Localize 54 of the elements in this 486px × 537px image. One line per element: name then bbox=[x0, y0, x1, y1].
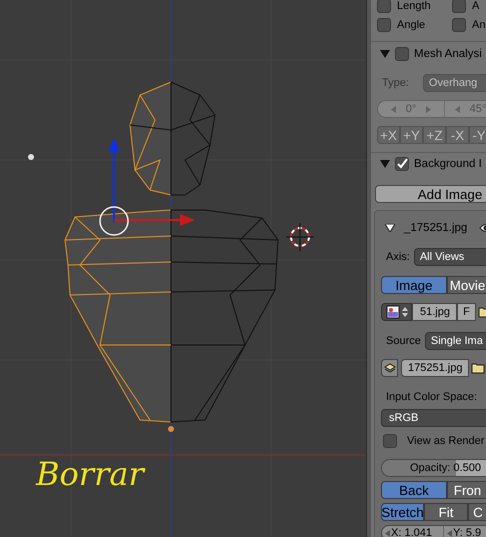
cursor-icon bbox=[286, 222, 314, 252]
field-value: Y: 5.9 bbox=[453, 527, 482, 537]
expanded-triangle-icon[interactable] bbox=[385, 224, 395, 232]
checkbox[interactable] bbox=[377, 0, 391, 13]
axis-dropdown[interactable]: All Views bbox=[414, 248, 486, 266]
tab[interactable]: Fron bbox=[447, 481, 486, 499]
image-selector[interactable] bbox=[381, 303, 412, 321]
field-label: Type: bbox=[381, 77, 409, 89]
option-label: View as Render bbox=[407, 435, 484, 447]
spinner-icon[interactable] bbox=[402, 306, 408, 318]
image-icon bbox=[386, 305, 400, 319]
slider-value: 0° bbox=[406, 103, 416, 115]
point-marker bbox=[168, 426, 174, 432]
offset-field[interactable]: X: 1.041 Y: 5.9 bbox=[381, 525, 486, 537]
tab[interactable]: Image bbox=[381, 276, 447, 294]
file-field[interactable]: 51.jpg bbox=[412, 303, 457, 321]
image-name-field[interactable]: 175251.jpg bbox=[401, 359, 469, 377]
add-image-button[interactable]: Add Image bbox=[375, 185, 486, 203]
selection-circle bbox=[99, 206, 129, 236]
stack-icon[interactable] bbox=[384, 363, 396, 373]
tab[interactable]: Back bbox=[381, 481, 447, 499]
field-label: Source bbox=[385, 335, 421, 347]
transform-arrow[interactable] bbox=[108, 138, 120, 222]
point-marker bbox=[28, 154, 34, 160]
tab[interactable]: Movie bbox=[447, 276, 486, 294]
option-label: A bbox=[472, 0, 480, 12]
tab[interactable]: C bbox=[468, 503, 486, 521]
flag-button[interactable]: F bbox=[457, 303, 476, 321]
checkbox[interactable] bbox=[377, 18, 391, 32]
color-space-dropdown[interactable]: sRGB bbox=[381, 409, 486, 427]
option-label: Length bbox=[397, 0, 431, 12]
opacity-slider[interactable]: Opacity: 0.500 bbox=[381, 459, 486, 477]
section-title: Mesh Analysi bbox=[414, 48, 482, 60]
checkbox[interactable] bbox=[383, 434, 397, 448]
left-arrow-icon[interactable] bbox=[385, 530, 390, 536]
section-title: Background I bbox=[414, 158, 482, 170]
field-label: Axis: bbox=[385, 251, 410, 263]
checkbox[interactable] bbox=[452, 0, 466, 13]
checkbox[interactable] bbox=[452, 18, 466, 32]
slider-label: Opacity: 0.500 bbox=[410, 462, 481, 474]
caption: Borrar bbox=[36, 455, 144, 493]
option-label: Angle bbox=[397, 18, 426, 30]
checkbox[interactable] bbox=[395, 157, 409, 171]
slider-value: 45° bbox=[470, 103, 486, 115]
tab[interactable]: Fit bbox=[424, 503, 468, 521]
field-label: Input Color Space: bbox=[385, 391, 478, 403]
folder-icon[interactable] bbox=[471, 362, 485, 374]
option-label: An bbox=[472, 18, 486, 30]
transform-arrow[interactable] bbox=[114, 214, 195, 226]
source-dropdown[interactable]: Single Ima bbox=[424, 332, 486, 350]
tab[interactable]: Stretch bbox=[381, 503, 424, 521]
image-name: _175251.jpg bbox=[404, 222, 468, 234]
field-value: X: 1.041 bbox=[391, 527, 432, 537]
left-arrow-icon[interactable] bbox=[447, 530, 452, 536]
